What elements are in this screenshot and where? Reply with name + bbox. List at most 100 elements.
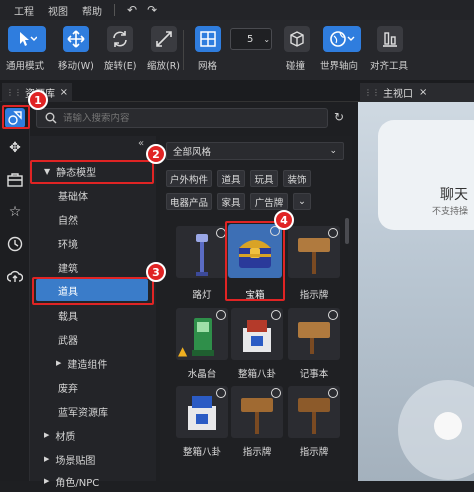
caret-right-icon: ▶: [44, 455, 50, 463]
grip-icon: ⋮⋮: [6, 88, 22, 97]
tag-billboard[interactable]: 广告牌: [250, 193, 288, 210]
asset-tile-crate-bagua-2[interactable]: [176, 386, 228, 438]
move-label: 移动(W): [58, 61, 94, 72]
asset-tile-signboard[interactable]: [288, 226, 340, 278]
crate-thumbnail: [188, 396, 216, 430]
tag-toys[interactable]: 玩具: [250, 170, 278, 187]
asset-label: 指示牌: [242, 447, 272, 458]
asset-label: 路灯: [192, 290, 212, 301]
grip-icon: ⋮⋮: [364, 88, 380, 97]
tag-decoration[interactable]: 装饰: [283, 170, 311, 187]
grid-button[interactable]: [195, 26, 221, 52]
collision-label: 碰撞: [286, 61, 306, 72]
tree-node-vehicles[interactable]: 载具: [30, 304, 156, 326]
panel-tabs: ⋮⋮ 资源库 × ⋮⋮ 主视口 ×: [0, 80, 474, 102]
annotation-badge-2: 2: [146, 144, 166, 164]
tag-outdoor[interactable]: 户外构件: [166, 170, 212, 187]
tag-more-chevron-icon[interactable]: ⌄: [293, 193, 311, 210]
tab-main-viewport-label: 主视口: [383, 89, 413, 100]
tab-main-viewport[interactable]: ⋮⋮ 主视口 ×: [360, 83, 474, 102]
align-icon: [383, 32, 397, 47]
align-tool-label: 对齐工具: [370, 61, 409, 72]
menu-help[interactable]: 帮助: [82, 3, 102, 18]
search-input[interactable]: [63, 112, 303, 124]
select-mode-button[interactable]: [8, 26, 46, 52]
menu-view[interactable]: 视图: [48, 3, 68, 18]
tree-node-label: 材质: [55, 431, 76, 443]
asset-label: 水晶台: [187, 369, 217, 380]
caret-right-icon: ▶: [44, 477, 50, 485]
chat-dialog: 聊天 不支持操: [378, 120, 474, 230]
annotation-box-2: [30, 160, 154, 184]
tree-node-basic-shapes[interactable]: 基础体: [30, 184, 156, 206]
main-viewport[interactable]: 聊天 不支持操: [358, 102, 474, 481]
history-icon[interactable]: [5, 234, 25, 254]
rotate-icon: [113, 31, 127, 47]
annotation-box-4: [225, 221, 285, 301]
select-mode-label: 通用模式: [6, 61, 45, 72]
undo-icon[interactable]: ↶: [127, 3, 137, 17]
close-icon[interactable]: ×: [419, 87, 427, 98]
asset-tile-signboard-2[interactable]: [231, 386, 283, 438]
street-lamp-thumbnail: [196, 234, 208, 276]
star-icon[interactable]: ☆: [5, 202, 25, 222]
refresh-icon[interactable]: ↻: [334, 110, 344, 124]
redo-icon[interactable]: ↷: [147, 3, 157, 17]
asset-tile-signboard-3[interactable]: [288, 386, 340, 438]
asset-tile-crystal-stand[interactable]: ▲: [176, 308, 228, 360]
scale-label: 缩放(R): [147, 61, 181, 72]
tree-node-label: 武器: [58, 335, 78, 347]
chat-subtitle: 不支持操: [432, 207, 469, 217]
tree-node-abandoned[interactable]: 废弃: [30, 376, 156, 398]
menu-project[interactable]: 工程: [14, 3, 34, 18]
menu-bar: 工程 视图 帮助 ↶ ↷: [0, 0, 474, 20]
move-button[interactable]: [63, 26, 89, 52]
asset-tile-crate-bagua[interactable]: [231, 308, 283, 360]
asset-tile-street-lamp[interactable]: [176, 226, 228, 278]
tree-node-weapons[interactable]: 武器: [30, 328, 156, 350]
search-bar: [36, 108, 328, 128]
align-tool-button[interactable]: [377, 26, 403, 52]
world-axis-button[interactable]: [323, 26, 361, 52]
signboard-thumbnail: [241, 398, 273, 434]
virtual-joystick[interactable]: [398, 380, 474, 480]
caret-right-icon: ▶: [56, 359, 62, 367]
tree-node-label: 基础体: [58, 191, 88, 203]
cube-icon: [290, 31, 304, 47]
tree-node-buildings[interactable]: 建筑: [30, 256, 156, 278]
chevron-down-icon: ⌄: [329, 146, 337, 156]
asset-tile-notebook[interactable]: [288, 308, 340, 360]
tree-node-label: 载具: [58, 311, 78, 323]
cursor-icon: [20, 32, 37, 46]
grid-size-select[interactable]: 5 ⌄: [230, 28, 272, 50]
chat-title: 聊天: [440, 187, 468, 203]
tag-electronics[interactable]: 电器产品: [166, 193, 212, 210]
style-filter-select[interactable]: 全部风格 ⌄: [166, 142, 344, 160]
annotation-badge-3: 3: [146, 262, 166, 282]
scale-button[interactable]: [151, 26, 177, 52]
close-icon[interactable]: ×: [60, 87, 68, 98]
tree-node-character-npc[interactable]: ▶ 角色/NPC: [30, 470, 156, 492]
move-icon: [67, 30, 85, 48]
tree-node-environment[interactable]: 环境: [30, 232, 156, 254]
tree-node-scene-texture[interactable]: ▶ 场景贴图: [30, 448, 156, 470]
component-icon[interactable]: ✥: [5, 138, 25, 158]
tree-node-blueprint-library[interactable]: 蓝军资源库: [30, 400, 156, 422]
joystick-knob[interactable]: [434, 412, 462, 440]
tree-node-build-components[interactable]: ▶ 建造组件: [30, 352, 156, 374]
tag-furniture[interactable]: 家具: [217, 193, 245, 210]
annotation-badge-4: 4: [274, 210, 294, 230]
tree-node-nature[interactable]: 自然: [30, 208, 156, 230]
collision-button[interactable]: [284, 26, 310, 52]
toolbox-icon[interactable]: [5, 170, 25, 190]
upload-cloud-icon[interactable]: [5, 266, 25, 286]
asset-scrollbar[interactable]: [345, 218, 349, 244]
collapse-panel-icon[interactable]: «: [138, 138, 144, 149]
tree-node-label: 角色/NPC: [55, 477, 100, 489]
tree-node-material[interactable]: ▶ 材质: [30, 424, 156, 446]
rotate-button[interactable]: [107, 26, 133, 52]
grid-icon: [200, 31, 216, 47]
tree-node-label: 建造组件: [67, 359, 108, 371]
notebook-thumbnail: [298, 322, 330, 354]
tag-props[interactable]: 道具: [217, 170, 245, 187]
